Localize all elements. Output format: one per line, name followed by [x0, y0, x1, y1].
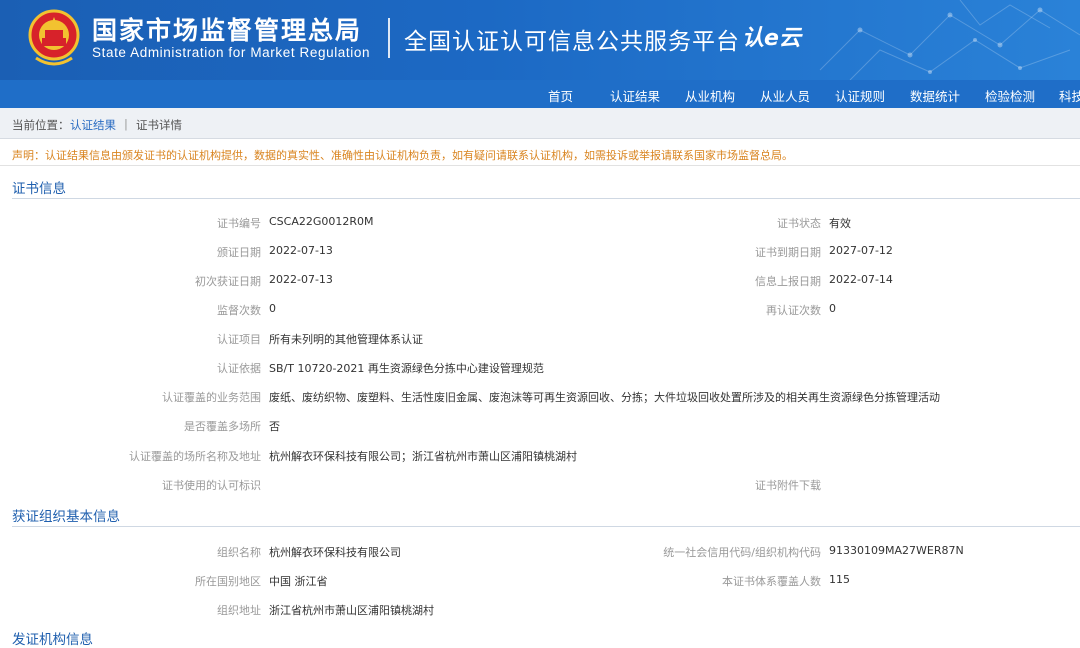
field-label: 初次获证日期 [195, 275, 261, 288]
field-label: 证书附件下载 [755, 479, 821, 492]
field-label: 认证依据 [217, 362, 261, 375]
field-label: 再认证次数 [766, 304, 821, 317]
field-label: 证书编号 [217, 217, 261, 230]
breadcrumb: 当前位置： 认证结果 | 证书详情 [0, 108, 1080, 139]
field-value-multi-site: 否 [269, 420, 280, 433]
nav-item-personnel[interactable]: 从业人员 [760, 86, 810, 105]
field-label: 认证覆盖的业务范围 [162, 391, 261, 404]
nav-item-statistics[interactable]: 数据统计 [910, 86, 960, 105]
nav-item-cert-results[interactable]: 认证结果 [610, 86, 660, 105]
field-label: 颁证日期 [217, 246, 261, 259]
field-label: 证书到期日期 [755, 246, 821, 259]
field-value-first-issue-date: 2022-07-13 [269, 273, 333, 286]
field-label: 监督次数 [217, 304, 261, 317]
field-label: 本证书体系覆盖人数 [722, 575, 821, 588]
field-label: 认证项目 [217, 333, 261, 346]
field-label: 证书使用的认可标识 [162, 479, 261, 492]
agency-name-en: State Administration for Market Regulati… [92, 45, 371, 60]
header-divider [388, 18, 390, 58]
field-value-country-region: 中国 浙江省 [269, 575, 328, 588]
field-value-expiry-date: 2027-07-12 [829, 244, 893, 257]
section-title-organization: 获证组织基本信息 [12, 509, 120, 525]
disclaimer-text: 声明：认证结果信息由颁发证书的认证机构提供，数据的真实性、准确性由认证机构负责，… [12, 149, 793, 162]
field-value-cert-status: 有效 [829, 217, 851, 230]
nav-item-testing[interactable]: 检验检测 [985, 86, 1035, 105]
platform-logo: 认e云 [742, 26, 801, 51]
field-value-supervision-count: 0 [269, 302, 276, 315]
national-emblem-icon [28, 9, 80, 66]
breadcrumb-link-cert-results[interactable]: 认证结果 [70, 117, 116, 133]
field-label: 是否覆盖多场所 [184, 420, 261, 433]
section-title-certificate: 证书信息 [12, 181, 66, 197]
section-divider [12, 198, 1080, 199]
main-nav: 首页 认证结果 从业机构 从业人员 认证规则 数据统计 检验检测 科技 [0, 80, 1080, 108]
field-value-cert-basis: SB/T 10720-2021 再生资源绿色分拣中心建设管理规范 [269, 362, 544, 375]
field-label: 信息上报日期 [755, 275, 821, 288]
field-value-issue-date: 2022-07-13 [269, 244, 333, 257]
field-label: 统一社会信用代码/组织机构代码 [663, 546, 821, 559]
section-divider [12, 526, 1080, 527]
breadcrumb-separator: | [124, 117, 128, 131]
nav-item-institutions[interactable]: 从业机构 [685, 86, 735, 105]
field-label: 组织名称 [217, 546, 261, 559]
field-label: 认证覆盖的场所名称及地址 [129, 450, 261, 463]
field-value-site-address: 杭州解衣环保科技有限公司；浙江省杭州市萧山区浦阳镇桃湖村 [269, 450, 577, 463]
field-label: 证书状态 [777, 217, 821, 230]
nav-item-home[interactable]: 首页 [548, 86, 573, 105]
field-value-report-date: 2022-07-14 [829, 273, 893, 286]
platform-title: 全国认证认可信息公共服务平台 [404, 29, 740, 55]
field-value-credit-code: 91330109MA27WER87N [829, 544, 964, 557]
field-value-business-scope: 废纸、废纺织物、废塑料、生活性废旧金属、废泡沫等可再生资源回收、分拣；大件垃圾回… [269, 391, 940, 404]
nav-item-technology[interactable]: 科技 [1059, 86, 1080, 105]
agency-name-cn: 国家市场监督管理总局 [92, 16, 363, 45]
field-value-cert-project: 所有未列明的其他管理体系认证 [269, 333, 423, 346]
disclaimer-notice: 声明：认证结果信息由颁发证书的认证机构提供，数据的真实性、准确性由认证机构负责，… [0, 139, 1080, 166]
nav-item-cert-rules[interactable]: 认证规则 [835, 86, 885, 105]
field-value-cert-number: CSCA22G0012R0M [269, 215, 374, 228]
field-label: 所在国别地区 [195, 575, 261, 588]
field-value-recert-count: 0 [829, 302, 836, 315]
breadcrumb-current: 证书详情 [136, 118, 182, 132]
field-value-org-name: 杭州解衣环保科技有限公司 [269, 546, 401, 559]
field-label: 组织地址 [217, 604, 261, 617]
header-banner: 国家市场监督管理总局 State Administration for Mark… [0, 0, 1080, 80]
field-value-covered-headcount: 115 [829, 573, 850, 586]
field-value-org-address: 浙江省杭州市萧山区浦阳镇桃湖村 [269, 604, 434, 617]
breadcrumb-prefix: 当前位置： [12, 118, 70, 132]
section-title-issuer: 发证机构信息 [12, 632, 93, 648]
